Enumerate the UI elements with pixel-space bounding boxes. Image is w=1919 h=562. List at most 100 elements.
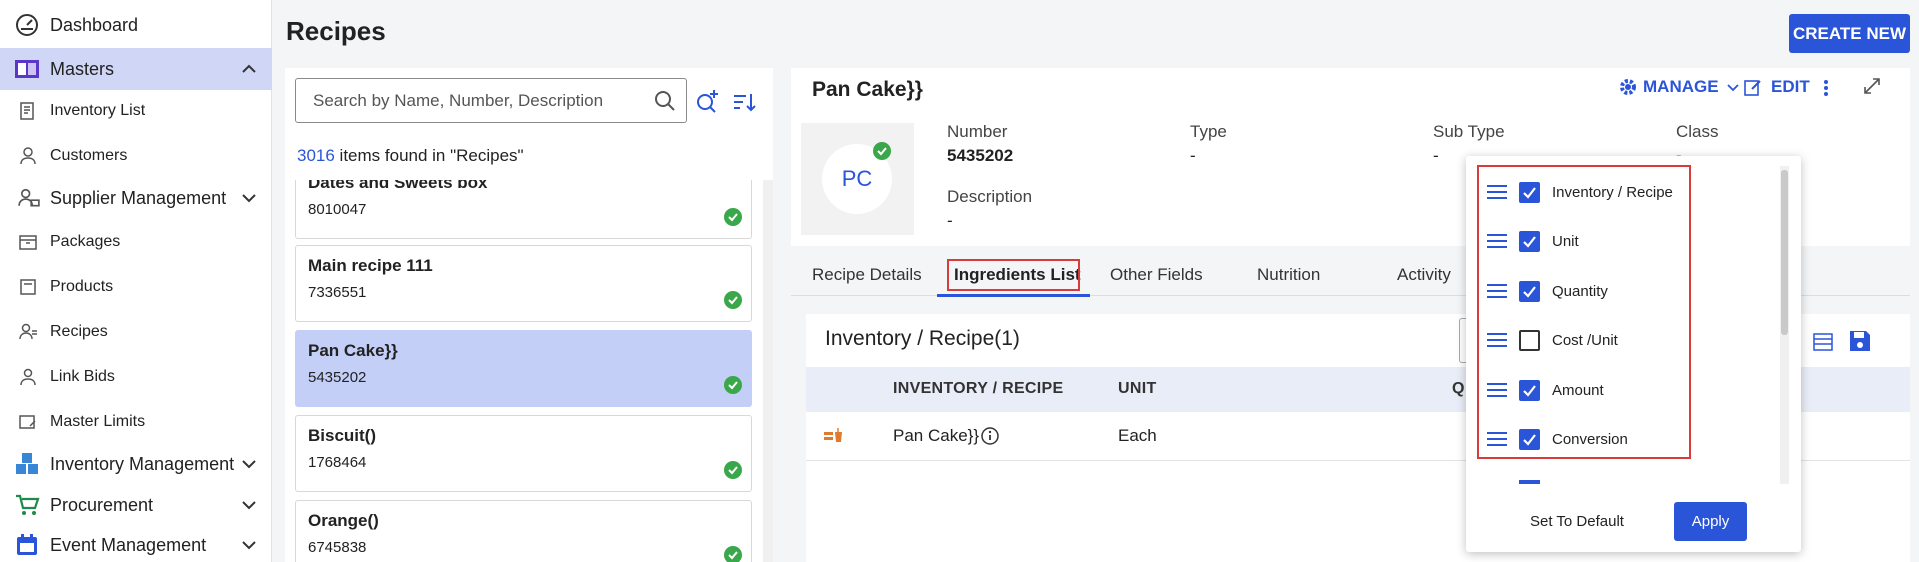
sidebar-item-label: Masters: [50, 58, 115, 79]
tab-nutrition[interactable]: Nutrition: [1257, 265, 1320, 285]
supplier-icon: [18, 188, 40, 207]
sidebar-item-inventory-management[interactable]: Inventory Management: [0, 443, 272, 485]
check-circle-icon: [724, 461, 742, 479]
field-value-subtype: -: [1433, 146, 1439, 165]
column-header[interactable]: UNIT: [1118, 380, 1157, 398]
sidebar-item-link-bids[interactable]: Link Bids: [0, 357, 272, 397]
sidebar: Dashboard Masters Inventory List Custome…: [0, 0, 272, 562]
sidebar-item-label: Procurement: [50, 494, 154, 515]
gauge-icon: [14, 12, 40, 38]
field-label-description: Description: [947, 187, 1033, 206]
column-header[interactable]: INVENTORY / RECIPE: [893, 380, 1063, 398]
field-value-type: -: [1190, 146, 1196, 165]
sidebar-item-products[interactable]: Products: [0, 267, 272, 307]
field-value-number: 5435202: [947, 146, 1014, 165]
list-item-selected[interactable]: Pan Cake}} 5435202: [295, 330, 752, 407]
check-circle-icon: [724, 546, 742, 562]
highlight-ingredients-tab: [947, 259, 1080, 291]
results-count-text: items found in "Recipes": [334, 146, 524, 165]
cell-unit: Each: [1118, 426, 1157, 445]
search-input[interactable]: [296, 79, 636, 122]
sidebar-item-dashboard[interactable]: Dashboard: [0, 4, 272, 46]
search-icon[interactable]: [654, 90, 676, 112]
column-list-icon[interactable]: [1812, 331, 1834, 353]
sidebar-item-label: Dashboard: [50, 14, 139, 35]
sidebar-item-label: Master Limits: [50, 413, 146, 430]
list-item[interactable]: Orange() 6745838: [295, 500, 752, 562]
sidebar-item-master-limits[interactable]: Master Limits: [0, 402, 272, 442]
results-count-number: 3016: [297, 146, 335, 165]
chevron-down-icon: [242, 460, 256, 469]
sidebar-item-event-management[interactable]: Event Management: [0, 524, 272, 562]
package-icon: [19, 235, 37, 250]
field-label-class: Class: [1676, 122, 1719, 141]
edit-button[interactable]: EDIT: [1743, 77, 1810, 97]
tab-recipe-details[interactable]: Recipe Details: [812, 265, 922, 285]
expand-icon[interactable]: [1862, 76, 1882, 96]
sidebar-item-customers[interactable]: Customers: [0, 136, 272, 176]
list-item-code: 8010047: [308, 201, 367, 218]
chevron-up-icon: [242, 64, 256, 73]
cart-icon: [14, 492, 40, 518]
sidebar-item-label: Event Management: [50, 534, 207, 555]
list-item-code: 7336551: [308, 284, 367, 301]
list-item-code: 1768464: [308, 454, 367, 471]
sidebar-item-procurement[interactable]: Procurement: [0, 484, 272, 526]
more-vertical-icon[interactable]: [1816, 78, 1836, 98]
apply-button[interactable]: Apply: [1674, 502, 1747, 541]
list-item[interactable]: Biscuit() 1768464: [295, 415, 752, 492]
check-circle-icon: [724, 291, 742, 309]
list-item[interactable]: Dates and Sweets box 8010047: [295, 180, 752, 239]
sidebar-item-label: Supplier Management: [50, 187, 227, 208]
check-circle-icon: [873, 142, 891, 160]
active-tab-indicator: [937, 294, 1090, 297]
ingredients-title: Inventory / Recipe(1): [825, 327, 1020, 350]
field-value-description: -: [947, 211, 953, 230]
manage-button[interactable]: MANAGE: [1619, 77, 1741, 97]
list-item-name: Biscuit(): [308, 426, 376, 445]
tab-other-fields[interactable]: Other Fields: [1110, 265, 1203, 285]
chevron-down-icon: [242, 194, 256, 203]
sidebar-item-label: Products: [50, 278, 114, 295]
partial-checkbox: [1519, 480, 1540, 484]
column-header[interactable]: Q: [1452, 380, 1465, 398]
cell-item: Pan Cake}}: [893, 426, 980, 445]
field-label-subtype: Sub Type: [1433, 122, 1505, 141]
chevron-down-icon: [242, 541, 256, 550]
tab-activity[interactable]: Activity: [1397, 265, 1451, 285]
sidebar-item-recipes[interactable]: Recipes: [0, 312, 272, 352]
check-circle-icon: [724, 208, 742, 226]
list-item-code: 6745838: [308, 539, 367, 556]
save-icon[interactable]: [1848, 329, 1872, 353]
field-label-type: Type: [1190, 122, 1227, 141]
boxes-icon: [14, 451, 40, 477]
results-count: 3016 items found in "Recipes": [297, 146, 524, 166]
calendar-icon: [14, 532, 40, 558]
set-to-default-button[interactable]: Set To Default: [1530, 513, 1624, 530]
sidebar-item-label: Packages: [50, 233, 121, 250]
check-circle-icon: [724, 376, 742, 394]
sidebar-item-packages[interactable]: Packages: [0, 222, 272, 262]
sidebar-item-label: Inventory Management: [50, 453, 235, 474]
field-label-number: Number: [947, 122, 1008, 141]
sort-icon[interactable]: [731, 90, 757, 116]
info-icon[interactable]: [980, 426, 1000, 446]
popup-scrollbar-thumb[interactable]: [1781, 170, 1788, 335]
person-icon: [20, 147, 36, 165]
sidebar-item-masters[interactable]: Masters: [0, 48, 272, 90]
chevron-down-icon: [1726, 84, 1739, 92]
sidebar-item-inventory-list[interactable]: Inventory List: [0, 91, 272, 131]
list-item-name: Pan Cake}}: [308, 341, 398, 360]
sidebar-item-label: Customers: [50, 147, 128, 164]
list-scrollbar[interactable]: [763, 180, 773, 562]
recipe-type-icon: [824, 428, 842, 442]
list-item-name: Dates and Sweets box: [308, 180, 488, 192]
sidebar-item-supplier-management[interactable]: Supplier Management: [0, 177, 272, 219]
sidebar-item-label: Recipes: [50, 323, 108, 340]
list-item-name: Main recipe 111: [308, 256, 433, 275]
list-item[interactable]: Main recipe 111 7336551: [295, 245, 752, 322]
advanced-search-icon[interactable]: [695, 88, 721, 114]
recipe-person-icon: [19, 323, 37, 340]
sidebar-item-label: Link Bids: [50, 368, 115, 385]
create-new-button[interactable]: CREATE NEW: [1789, 14, 1910, 53]
